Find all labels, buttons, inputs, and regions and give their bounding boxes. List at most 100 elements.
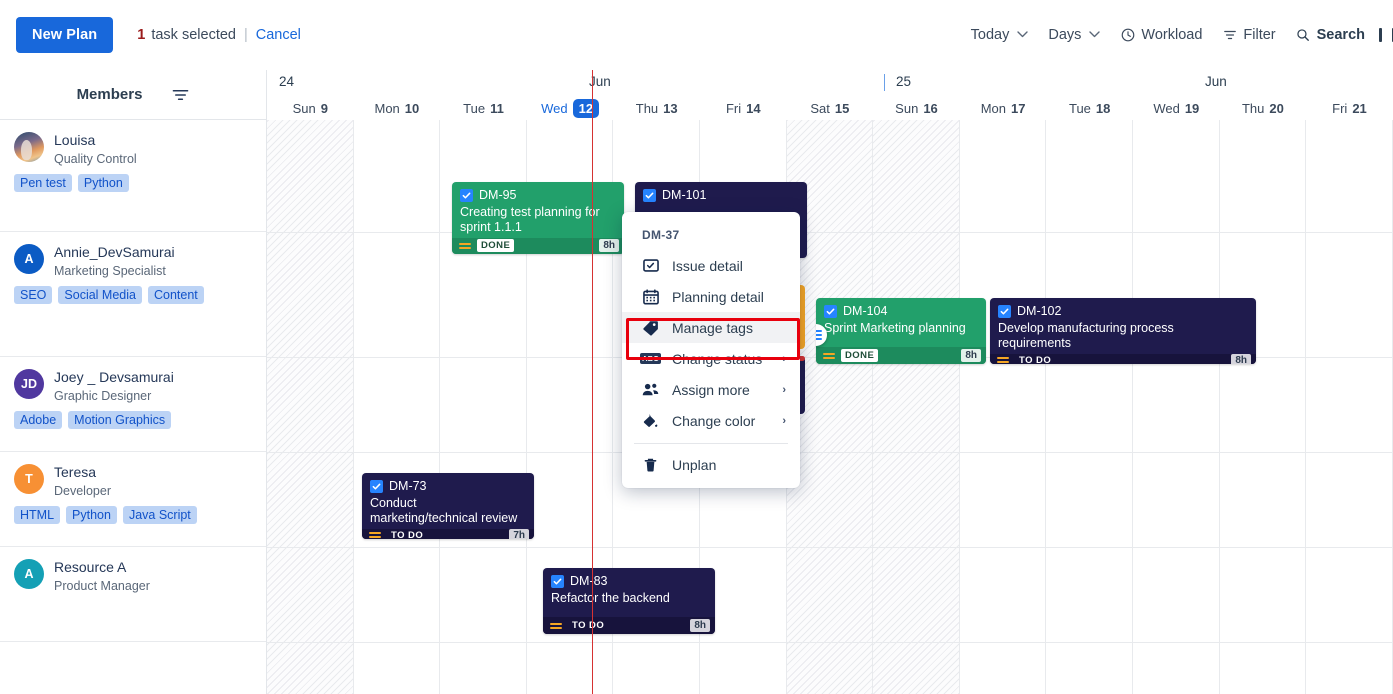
today-dropdown[interactable]: Today <box>961 21 1039 49</box>
chevron-right-icon: › <box>782 353 786 365</box>
member-name: Teresa <box>54 464 111 482</box>
member-tag[interactable]: Python <box>66 506 117 524</box>
status-badge: DONE <box>477 239 514 252</box>
day-column[interactable] <box>267 120 354 694</box>
day-column[interactable] <box>960 120 1047 694</box>
context-menu-item-change-status[interactable]: ABCChange status› <box>622 343 800 374</box>
avatar: T <box>14 464 44 494</box>
month-label: Jun <box>1205 74 1227 89</box>
overflow-toolbar-icons[interactable] <box>1375 28 1393 42</box>
context-menu-item-assign-more[interactable]: Assign more› <box>622 374 800 405</box>
day-header-cell[interactable]: Tue18 <box>1046 96 1133 120</box>
context-menu-item-issue-detail[interactable]: Issue detail <box>622 250 800 281</box>
task-card[interactable]: DM-83 Refactor the backend TO DO 8h <box>543 568 715 634</box>
workload-button[interactable]: Workload <box>1110 21 1212 49</box>
context-menu-item-manage-tags[interactable]: Manage tags <box>622 312 800 343</box>
context-menu[interactable]: DM-37 Issue detailPlanning detailManage … <box>622 212 800 488</box>
avatar: A <box>14 244 44 274</box>
member-tag[interactable]: Adobe <box>14 411 62 429</box>
task-card[interactable]: DM-102 Develop manufacturing process req… <box>990 298 1256 364</box>
day-header-cell[interactable]: Wed12 <box>527 96 614 120</box>
member-tag[interactable]: Pen test <box>14 174 72 192</box>
more-options-icon <box>1379 28 1382 42</box>
task-key: DM-73 <box>389 479 427 493</box>
day-header-cell[interactable]: Mon10 <box>354 96 441 120</box>
day-header-cell[interactable]: Wed19 <box>1133 96 1220 120</box>
members-column: Members Louisa Quality Control Pen testP… <box>0 70 267 694</box>
task-card[interactable]: DM-104 Sprint Marketing planning DONE 8h <box>816 298 986 364</box>
day-number: 13 <box>663 101 677 116</box>
context-menu-item-change-color[interactable]: Change color› <box>622 405 800 436</box>
task-card-body: DM-95 Creating test planning for sprint … <box>452 182 624 238</box>
context-menu-item-planning-detail[interactable]: Planning detail <box>622 281 800 312</box>
trash-icon <box>642 456 659 473</box>
day-number: 17 <box>1011 101 1025 116</box>
search-label: Search <box>1317 27 1365 43</box>
day-header-cell[interactable]: Sat15 <box>787 96 874 120</box>
task-title: Refactor the backend <box>551 591 707 606</box>
day-header-cell[interactable]: Tue11 <box>440 96 527 120</box>
day-header-cell[interactable]: Thu20 <box>1220 96 1307 120</box>
member-identity: A Resource A Product Manager <box>14 559 252 593</box>
row-divider <box>267 642 1393 643</box>
clock-icon <box>1120 28 1135 43</box>
cancel-selection-link[interactable]: Cancel <box>256 27 301 43</box>
day-column[interactable] <box>1220 120 1307 694</box>
day-header-cell[interactable]: Sun9 <box>267 96 354 120</box>
selection-info: 1 task selected | Cancel <box>137 27 301 43</box>
calendar-icon <box>642 288 659 305</box>
day-header-cell[interactable]: Thu 13 <box>613 96 700 120</box>
member-tag[interactable]: Content <box>148 286 204 304</box>
context-menu-item-unplan[interactable]: Unplan <box>622 449 800 480</box>
days-dropdown[interactable]: Days <box>1038 21 1110 49</box>
task-card-key-row: DM-73 <box>370 479 526 493</box>
day-column[interactable] <box>354 120 441 694</box>
member-tag[interactable]: Social Media <box>58 286 142 304</box>
member-name: Annie_DevSamurai <box>54 244 175 262</box>
member-row[interactable]: T Teresa Developer HTML Python Java Script <box>0 452 266 547</box>
day-number: 14 <box>746 101 760 116</box>
task-card-footer: DONE 8h <box>452 238 624 255</box>
member-name: Resource A <box>54 559 150 577</box>
member-text: Teresa Developer <box>54 464 111 498</box>
row-divider <box>267 547 1393 548</box>
task-card-footer: TO DO 7h <box>362 529 534 540</box>
member-tags: Adobe Motion Graphics <box>14 411 252 429</box>
day-column[interactable] <box>1133 120 1220 694</box>
member-row[interactable]: A Annie_DevSamurai Marketing Specialist … <box>0 232 266 357</box>
day-weekday: Thu <box>636 101 658 116</box>
day-header-cell[interactable]: Fri21 <box>1306 96 1393 120</box>
members-filter-icon[interactable] <box>172 88 189 102</box>
member-role: Marketing Specialist <box>54 264 175 278</box>
day-number: 9 <box>321 101 328 116</box>
new-plan-button[interactable]: New Plan <box>16 17 113 53</box>
day-header-cell[interactable]: Sun16 <box>873 96 960 120</box>
day-number: 16 <box>923 101 937 116</box>
member-tag[interactable]: Python <box>78 174 129 192</box>
search-button[interactable]: Search <box>1286 21 1375 49</box>
day-column[interactable] <box>1046 120 1133 694</box>
member-tag[interactable]: Java Script <box>123 506 197 524</box>
member-identity: JD Joey _ Devsamurai Graphic Designer <box>14 369 252 403</box>
member-row[interactable]: A Resource A Product Manager <box>0 547 266 642</box>
task-card[interactable]: DM-73 Conduct marketing/technical review… <box>362 473 534 539</box>
day-header-cell[interactable]: Fri14 <box>700 96 787 120</box>
member-tag[interactable]: HTML <box>14 506 60 524</box>
member-tag[interactable]: Motion Graphics <box>68 411 171 429</box>
filter-button[interactable]: Filter <box>1212 21 1285 49</box>
member-tag[interactable]: SEO <box>14 286 52 304</box>
day-header-cell[interactable]: Mon17 <box>960 96 1047 120</box>
member-identity: T Teresa Developer <box>14 464 252 498</box>
member-row[interactable]: JD Joey _ Devsamurai Graphic Designer Ad… <box>0 357 266 452</box>
member-name: Joey _ Devsamurai <box>54 369 174 387</box>
member-list: Louisa Quality Control Pen testPython A … <box>0 120 266 642</box>
row-divider <box>267 452 1393 453</box>
task-key: DM-104 <box>843 304 887 318</box>
day-column[interactable] <box>873 120 960 694</box>
member-identity: A Annie_DevSamurai Marketing Specialist <box>14 244 252 278</box>
day-column[interactable] <box>1306 120 1393 694</box>
search-icon <box>1296 28 1311 43</box>
priority-icon <box>459 243 471 249</box>
task-card[interactable]: DM-95 Creating test planning for sprint … <box>452 182 624 254</box>
member-row[interactable]: Louisa Quality Control Pen testPython <box>0 120 266 232</box>
